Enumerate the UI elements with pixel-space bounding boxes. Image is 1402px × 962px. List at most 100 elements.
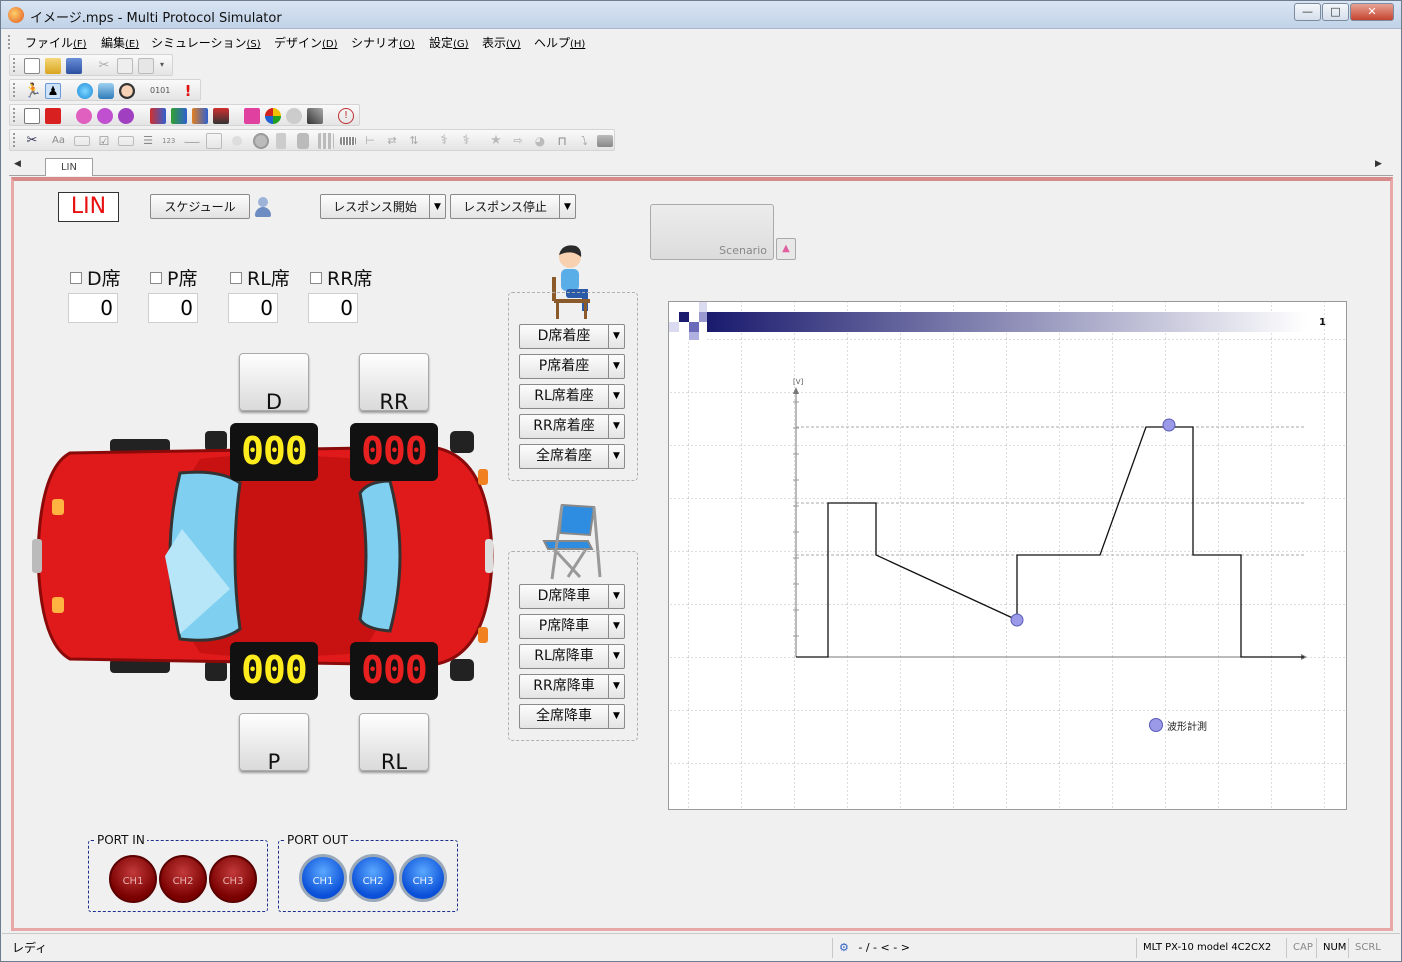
leave-rl-dropdown[interactable]: RL席降車 ▼ [519,644,625,669]
chevron-down-icon[interactable]: ▼ [608,415,624,438]
leave-rr-dropdown[interactable]: RR席降車 ▼ [519,674,625,699]
seat-d-checkbox-group[interactable]: D席 [68,263,128,293]
chevron-down-icon[interactable]: ▼ [608,585,624,608]
link-icon-3[interactable] [192,108,208,124]
scenario-expand-icon[interactable]: ▲ [776,238,796,260]
menu-edit[interactable]: 編集(E) [94,34,146,51]
grid-tool-icon[interactable] [318,133,334,149]
open-folder-icon[interactable] [45,58,61,74]
pin-icon[interactable] [213,108,229,124]
seat-d-value[interactable]: 0 [68,293,118,323]
sit-rl-dropdown[interactable]: RL席着座 ▼ [519,384,625,409]
chevron-down-icon[interactable]: ▼ [608,615,624,638]
door-key-p[interactable]: P [239,713,309,774]
paste-icon[interactable] [138,58,154,74]
radio-tool-icon[interactable] [232,136,242,146]
door-key-rr[interactable]: RR [359,353,429,414]
door-key-rl[interactable]: RL [359,713,429,774]
chevron-down-icon[interactable]: ▼ [429,195,445,218]
link-icon-1[interactable] [150,108,166,124]
pie-icon[interactable] [265,108,281,124]
stand-mode-icon[interactable]: ♟ [45,83,61,99]
seat-p-checkbox[interactable] [150,272,162,284]
seat-rl-checkbox[interactable] [230,272,242,284]
run-mode-icon[interactable]: 🏃 [24,83,41,99]
port-in-ch1-lamp[interactable]: CH1 [109,855,157,903]
io-tool-icon[interactable]: ⇅ [406,133,422,149]
settings-icon[interactable] [286,108,302,124]
menu-view[interactable]: 表示(V) [475,34,528,51]
maximize-button[interactable]: □ [1322,3,1349,21]
barcode-tool-icon[interactable] [340,137,356,145]
monitor-icon[interactable] [98,83,114,99]
tab-scroll-right-icon[interactable]: ▶ [1375,159,1382,169]
seat-rr-checkbox[interactable] [310,272,322,284]
port-out-ch2-lamp[interactable]: CH2 [349,854,397,902]
meter-tool-icon[interactable]: ◕ [532,133,548,149]
chevron-down-icon[interactable]: ▼ [608,445,624,468]
seat-rl-checkbox-group[interactable]: RL席 [228,263,298,293]
seat-rl-value[interactable]: 0 [228,293,278,323]
sit-rr-dropdown[interactable]: RR席着座 ▼ [519,414,625,439]
chevron-down-icon[interactable]: ▼ [608,385,624,408]
pointer-tool-icon[interactable]: ✂ [24,133,40,149]
sit-all-dropdown[interactable]: 全席着座 ▼ [519,444,625,469]
star-tool-icon[interactable]: ★ [488,133,504,149]
info-icon[interactable]: ! [338,108,354,124]
switch-tool-icon[interactable] [276,133,286,149]
menu-simulation[interactable]: シミュレーション(S) [144,34,268,51]
list-icon[interactable] [24,108,40,124]
toolbar-overflow-icon[interactable]: ▾ [160,60,164,69]
image-tool-icon[interactable] [597,135,613,147]
chart-icon[interactable] [244,108,260,124]
measurement-marker[interactable] [1162,418,1176,432]
port-in-ch2-lamp[interactable]: CH2 [159,855,207,903]
schedule-button[interactable]: スケジュール [150,194,250,219]
tab-scroll-left-icon[interactable]: ◀ [14,159,21,169]
flower-icon-2[interactable] [97,108,113,124]
alert-icon[interactable]: ! [180,83,196,99]
stethoscope-icon-1[interactable]: ⚕ [436,133,452,149]
leave-d-dropdown[interactable]: D席降車 ▼ [519,584,625,609]
textbox-tool-icon[interactable] [74,136,90,146]
sit-p-dropdown[interactable]: P席着座 ▼ [519,354,625,379]
save-icon[interactable] [66,58,82,74]
chevron-down-icon[interactable]: ▼ [608,675,624,698]
chevron-down-icon[interactable]: ▼ [559,195,575,218]
minimize-button[interactable]: — [1294,3,1321,21]
seat-p-checkbox-group[interactable]: P席 [148,263,208,293]
chevron-down-icon[interactable]: ▼ [608,645,624,668]
export-tool-icon[interactable]: ⇨ [510,133,526,149]
connector-tool-icon[interactable]: ⊢ [362,133,378,149]
response-start-dropdown[interactable]: レスポンス開始 ▼ [320,194,446,219]
knob-tool-icon[interactable] [253,133,269,149]
seat-d-checkbox[interactable] [70,272,82,284]
chevron-down-icon[interactable]: ▼ [608,325,624,348]
flower-icon-1[interactable] [76,108,92,124]
port-in-ch3-lamp[interactable]: CH3 [209,855,257,903]
cut-icon[interactable]: ✂ [96,58,112,74]
lock-tool-icon[interactable] [297,133,309,149]
port-out-ch3-lamp[interactable]: CH3 [399,854,447,902]
pulse-tool-icon[interactable]: ⊓ [554,133,570,149]
sit-d-dropdown[interactable]: D席着座 ▼ [519,324,625,349]
separator-tool-icon[interactable] [184,133,200,143]
new-file-icon[interactable] [24,58,40,74]
checkbox-tool-icon[interactable]: ☑ [96,133,112,149]
record-icon[interactable] [45,108,61,124]
copy-icon[interactable] [117,58,133,74]
combobox-tool-icon[interactable] [118,136,134,146]
tab-lin[interactable]: LIN [45,158,93,176]
port-out-ch1-lamp[interactable]: CH1 [299,854,347,902]
tool-icon[interactable] [307,108,323,124]
stethoscope-icon-2[interactable]: ⚕ [458,133,474,149]
leave-p-dropdown[interactable]: P席降車 ▼ [519,614,625,639]
menu-settings[interactable]: 設定(G) [422,34,476,51]
label-tool-icon[interactable]: Aa [52,133,68,149]
seat-rr-value[interactable]: 0 [308,293,358,323]
response-stop-dropdown[interactable]: レスポンス停止 ▼ [450,194,576,219]
lightning-tool-icon[interactable]: ⭝ [576,133,592,149]
close-button[interactable]: ✕ [1350,3,1394,21]
menu-help[interactable]: ヘルプ(H) [527,34,592,51]
mapping-tool-icon[interactable]: ⇄ [384,133,400,149]
